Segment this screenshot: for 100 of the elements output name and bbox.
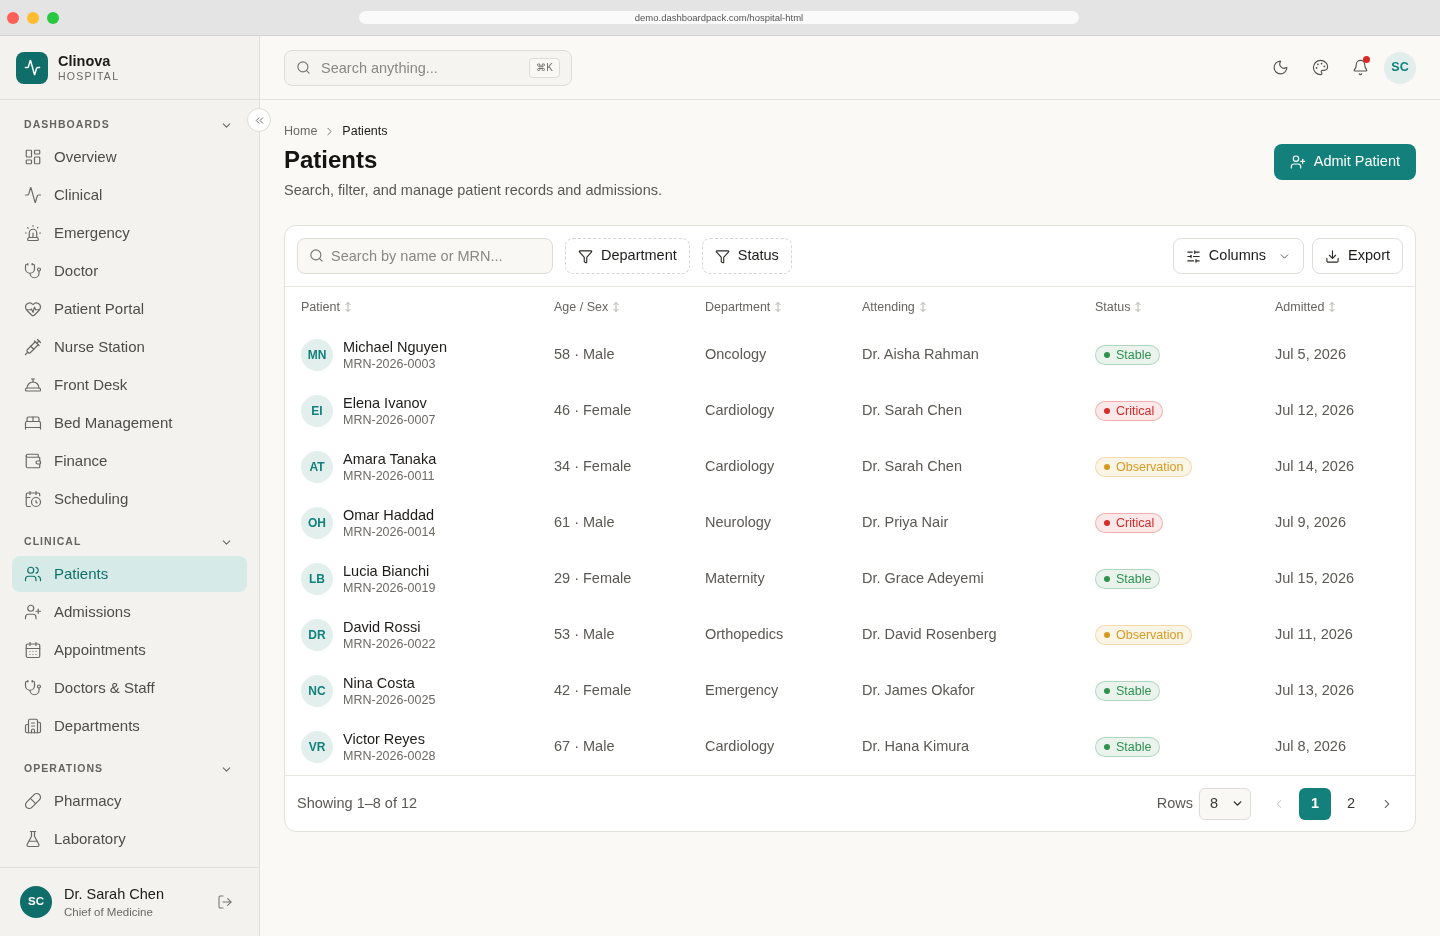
age-sex-cell-text: 42 · Female bbox=[554, 681, 632, 701]
sidebar-item[interactable]: Patient Portal bbox=[12, 291, 247, 327]
status-badge: Observation bbox=[1095, 457, 1193, 477]
breadcrumb-link[interactable]: Patients bbox=[342, 121, 388, 141]
shortcut-hint: ⌘K bbox=[529, 57, 560, 78]
attending-cell-text: Dr. Grace Adeyemi bbox=[862, 569, 984, 589]
user-plus-icon bbox=[24, 603, 42, 621]
column-header[interactable]: Department bbox=[705, 297, 771, 317]
sort-icon[interactable] bbox=[1135, 302, 1142, 312]
users-icon bbox=[24, 565, 42, 583]
export-button[interactable]: Export bbox=[1312, 238, 1403, 274]
admitted-date-cell-text: Jul 15, 2026 bbox=[1275, 569, 1354, 589]
admit-patient-button[interactable]: Admit Patient bbox=[1273, 144, 1416, 180]
address-bar[interactable]: demo.dashboardpack.com/hospital-html bbox=[359, 11, 1079, 24]
logo-icon[interactable] bbox=[16, 51, 48, 84]
window-zoom-button[interactable] bbox=[47, 11, 59, 24]
attending-cell-text: Dr. Hana Kimura bbox=[862, 737, 970, 757]
attending-cell-text: Dr. James Okafor bbox=[862, 681, 975, 701]
bed-icon bbox=[24, 414, 42, 432]
sidebar-item[interactable]: Emergency bbox=[12, 215, 247, 251]
rows-per-page-select[interactable]: 8 bbox=[1199, 787, 1251, 820]
funnel-icon bbox=[578, 248, 593, 264]
page-button[interactable]: 1 bbox=[1299, 787, 1331, 820]
pulse-line-icon bbox=[24, 186, 42, 204]
sidebar-item[interactable]: Doctors & Staff bbox=[12, 670, 247, 706]
sort-icon[interactable] bbox=[775, 302, 782, 312]
sort-icon[interactable] bbox=[1329, 302, 1336, 312]
page-button[interactable]: 2 bbox=[1335, 787, 1367, 820]
age-sex-cell-text: 29 · Female bbox=[554, 569, 632, 589]
sidebar-item[interactable]: Laboratory bbox=[12, 821, 247, 857]
admitted-date-cell-text: Jul 11, 2026 bbox=[1275, 625, 1353, 645]
sidebar-item[interactable]: Departments bbox=[12, 708, 247, 744]
user-avatar[interactable]: SC bbox=[1384, 51, 1416, 84]
syringe-icon bbox=[24, 338, 42, 356]
search-icon bbox=[296, 59, 311, 75]
status-badge: Stable bbox=[1095, 737, 1161, 757]
column-header[interactable]: Attending bbox=[862, 297, 915, 317]
dashboard-grid-icon bbox=[24, 148, 42, 166]
section-heading: DASHBOARDS bbox=[24, 117, 110, 133]
service-bell-icon bbox=[24, 376, 42, 394]
department-cell-text: Orthopedics bbox=[705, 625, 784, 645]
attending-cell-text: Dr. Aisha Rahman bbox=[862, 345, 979, 365]
sidebar-item[interactable]: Bed Management bbox=[12, 405, 247, 441]
sidebar-item[interactable]: Appointments bbox=[12, 632, 247, 668]
attending-cell-text: Dr. Sarah Chen bbox=[862, 457, 962, 477]
age-sex-cell-text: 34 · Female bbox=[554, 457, 632, 477]
search-icon bbox=[309, 248, 324, 263]
admitted-date-cell-text: Jul 14, 2026 bbox=[1275, 457, 1354, 477]
breadcrumb-link[interactable]: Home bbox=[284, 121, 318, 141]
sidebar-item[interactable]: Pharmacy bbox=[12, 783, 247, 819]
patient-mrn: MRN-2026-0011 bbox=[343, 468, 436, 485]
rows-label: Rows bbox=[1156, 793, 1193, 813]
department-cell-text: Oncology bbox=[705, 345, 767, 365]
sidebar-item[interactable]: Nurse Station bbox=[12, 329, 247, 365]
sliders-icon bbox=[1185, 248, 1201, 264]
table-search-field[interactable]: Search by name or MRN... bbox=[297, 238, 553, 274]
patient-avatar: NC bbox=[301, 675, 333, 707]
status-badge: Stable bbox=[1095, 569, 1161, 589]
patient-name: Michael Nguyen bbox=[343, 337, 447, 356]
palette-icon bbox=[1311, 59, 1329, 76]
sort-icon[interactable] bbox=[344, 302, 351, 312]
sidebar-item[interactable]: Doctor bbox=[12, 253, 247, 289]
column-header[interactable]: Status bbox=[1095, 297, 1131, 317]
filter-button[interactable]: Status bbox=[701, 238, 792, 274]
sort-icon[interactable] bbox=[613, 302, 620, 312]
patient-avatar: AT bbox=[301, 451, 333, 483]
sidebar-item[interactable]: Finance bbox=[12, 443, 247, 479]
heart-pulse-icon bbox=[24, 300, 42, 318]
column-header[interactable]: Admitted bbox=[1275, 297, 1325, 317]
stethoscope-icon bbox=[24, 679, 42, 697]
building-icon bbox=[24, 717, 42, 735]
columns-button[interactable]: Columns bbox=[1172, 238, 1305, 274]
sidebar-item[interactable]: Overview bbox=[12, 139, 247, 175]
funnel-icon bbox=[714, 248, 730, 264]
sidebar-item[interactable]: Admissions bbox=[12, 594, 247, 630]
flask-icon bbox=[24, 830, 42, 848]
section-heading: OPERATIONS bbox=[24, 761, 104, 777]
sidebar-item[interactable]: Scheduling bbox=[12, 481, 247, 517]
filter-button[interactable]: Department bbox=[565, 238, 690, 274]
window-close-button[interactable] bbox=[7, 11, 19, 24]
admitted-date-cell-text: Jul 13, 2026 bbox=[1275, 681, 1354, 701]
status-badge: Observation bbox=[1095, 625, 1193, 645]
status-badge: Critical bbox=[1095, 401, 1164, 421]
user-avatar[interactable]: SC bbox=[20, 886, 52, 918]
column-header[interactable]: Age / Sex bbox=[554, 297, 609, 317]
sort-icon[interactable] bbox=[919, 302, 926, 312]
patient-name: Lucia Bianchi bbox=[343, 561, 431, 580]
window-minimize-button[interactable] bbox=[27, 11, 39, 24]
logout-icon[interactable] bbox=[217, 894, 233, 910]
sidebar-item[interactable]: Clinical bbox=[12, 177, 247, 213]
page-title: Patients bbox=[284, 145, 379, 175]
user-name: Dr. Sarah Chen bbox=[64, 884, 165, 903]
sidebar-item[interactable]: Patients bbox=[12, 556, 247, 592]
patient-name: Amara Tanaka bbox=[343, 449, 437, 468]
collapse-sidebar-button[interactable] bbox=[247, 108, 271, 132]
sidebar-item[interactable]: Front Desk bbox=[12, 367, 247, 403]
moon-icon bbox=[1271, 59, 1289, 76]
age-sex-cell-text: 67 · Male bbox=[554, 737, 615, 757]
user-role: Chief of Medicine bbox=[64, 904, 154, 920]
column-header[interactable]: Patient bbox=[301, 297, 340, 317]
